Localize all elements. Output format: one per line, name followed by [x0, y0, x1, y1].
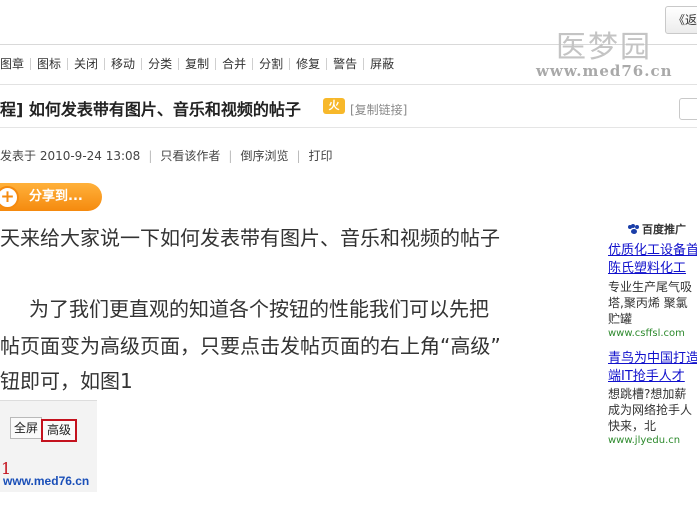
separator: | [148, 148, 153, 163]
ad1-url[interactable]: www.csffsl.com [608, 328, 685, 339]
mod-merge[interactable]: 合并 [215, 58, 252, 70]
mod-icon[interactable]: 图标 [30, 58, 67, 70]
return-button[interactable]: 《返 [665, 6, 697, 34]
title-side-button[interactable] [679, 98, 697, 120]
figure-advanced-button: 高级 [41, 419, 77, 442]
separator: | [228, 148, 233, 163]
moderation-toolbar: 图章 图标 关闭 移动 分类 复制 合并 分割 修复 警告 屏蔽 [0, 54, 400, 74]
post-body-line-4: 钮即可，如图1 [0, 369, 133, 393]
divider [0, 84, 697, 85]
baidu-paw-icon [628, 224, 639, 234]
mod-category[interactable]: 分类 [141, 58, 178, 70]
ad1-desc-line2: 塔,聚丙烯 聚氯 [608, 296, 688, 310]
only-author-link[interactable]: 只看该作者 [160, 147, 220, 164]
ad2-title-line2[interactable]: 端IT抢手人才 [608, 369, 685, 385]
ad2-desc-line2: 成为网络抢手人 [608, 403, 693, 417]
thread-title: 程] 如何发表带有图片、音乐和视频的帖子 [0, 100, 301, 119]
post-body-line-1: 天来给大家说一下如何发表带有图片、音乐和视频的帖子 [0, 226, 500, 250]
ad2-title-line1[interactable]: 青鸟为中国打造 [608, 351, 697, 367]
mod-stamp[interactable]: 图章 [0, 58, 30, 70]
figure-fullscreen-button: 全屏 [10, 417, 42, 439]
figure-watermark: www.med76.cn [3, 474, 90, 488]
mod-block[interactable]: 屏蔽 [363, 58, 400, 70]
divider [0, 127, 697, 128]
mod-split[interactable]: 分割 [252, 58, 289, 70]
watermark-url: www.med76.cn [536, 62, 673, 80]
post-image: 全屏 高级 1 www.med76.cn [0, 400, 97, 492]
mod-copy[interactable]: 复制 [178, 58, 215, 70]
ad2-desc-line1: 想跳槽?想加薪 [608, 387, 687, 401]
post-meta: 发表于 2010-9-24 13:08 | 只看该作者 | 倒序浏览 | 打印 [0, 147, 333, 164]
ad1-desc-line3: 贮罐 [608, 312, 633, 326]
mod-warn[interactable]: 警告 [326, 58, 363, 70]
ad2-url[interactable]: www.jlyedu.cn [608, 435, 680, 446]
print-link[interactable]: 打印 [309, 147, 333, 164]
mod-move[interactable]: 移动 [104, 58, 141, 70]
mod-close[interactable]: 关闭 [67, 58, 104, 70]
separator: | [296, 148, 301, 163]
ad1-title-line2[interactable]: 陈氏塑料化工 [608, 261, 686, 277]
ad-header-label: 百度推广 [642, 223, 686, 236]
post-body-line-2: 为了我们更直观的知道各个按钮的性能我们可以先把 [29, 297, 489, 321]
ad2-desc-line3: 快来，北 [608, 419, 657, 433]
copy-link[interactable]: [复制链接] [350, 101, 407, 118]
hot-badge-icon: 火 [323, 98, 345, 114]
post-time: 发表于 2010-9-24 13:08 [0, 149, 141, 163]
reverse-view-link[interactable]: 倒序浏览 [240, 147, 288, 164]
watermark-logo: 医梦园 [556, 30, 652, 65]
ad1-title-line1[interactable]: 优质化工设备首 [608, 243, 697, 259]
ad1-desc-line1: 专业生产尾气吸 [608, 280, 693, 294]
ad-header: 百度推广 [628, 221, 686, 237]
post-body-line-3: 帖页面变为高级页面，只要点击发帖页面的右上角“高级” [0, 334, 501, 358]
mod-repair[interactable]: 修复 [289, 58, 326, 70]
